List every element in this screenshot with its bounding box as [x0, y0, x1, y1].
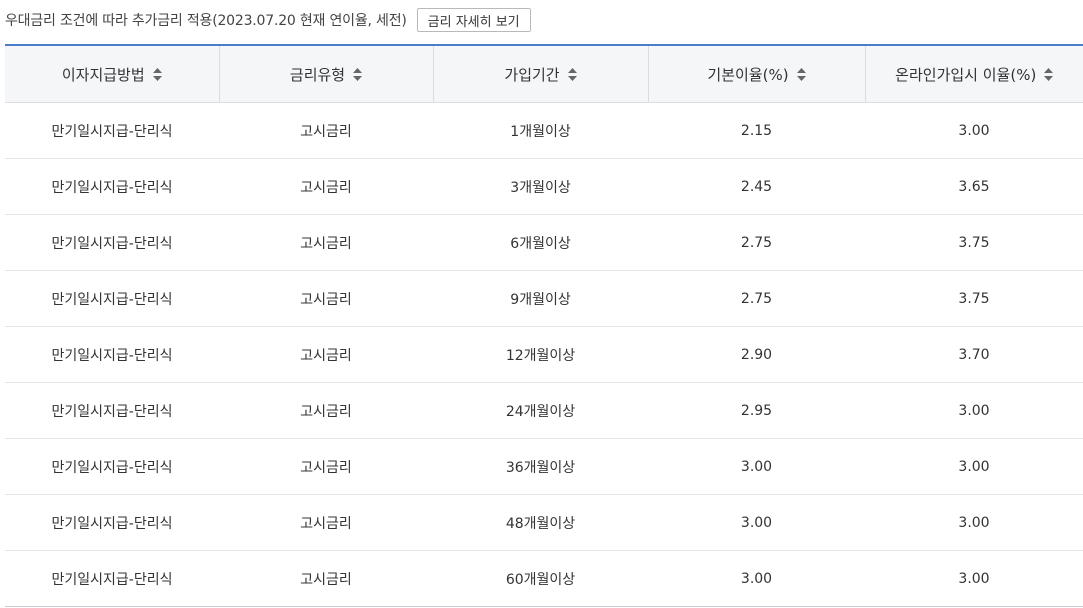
table-row: 만기일시지급-단리식 고시금리 6개월이상 2.75 3.75 [5, 214, 1083, 271]
cell-term: 6개월이상 [433, 214, 648, 271]
cell-online-rate: 3.00 [865, 438, 1083, 495]
cell-base-rate: 2.45 [648, 158, 865, 215]
cell-base-rate: 3.00 [648, 550, 865, 607]
cell-term: 1개월이상 [433, 102, 648, 159]
cell-rate-type: 고시금리 [219, 550, 433, 607]
rate-details-button[interactable]: 금리 자세히 보기 [416, 8, 531, 32]
cell-rate-type: 고시금리 [219, 494, 433, 551]
column-header-label: 가입기간 [504, 65, 560, 84]
cell-base-rate: 2.90 [648, 326, 865, 383]
cell-rate-type: 고시금리 [219, 214, 433, 271]
cell-rate-type: 고시금리 [219, 326, 433, 383]
table-row: 만기일시지급-단리식 고시금리 24개월이상 2.95 3.00 [5, 382, 1083, 439]
cell-payment-method: 만기일시지급-단리식 [5, 550, 219, 607]
cell-rate-type: 고시금리 [219, 382, 433, 439]
cell-term: 12개월이상 [433, 326, 648, 383]
column-header-online-rate[interactable]: 온라인가입시 이율(%) [865, 45, 1083, 103]
cell-payment-method: 만기일시지급-단리식 [5, 382, 219, 439]
cell-term: 36개월이상 [433, 438, 648, 495]
cell-payment-method: 만기일시지급-단리식 [5, 102, 219, 159]
column-header-base-rate[interactable]: 기본이율(%) [648, 45, 866, 103]
table-header-row: 이자지급방법 금리유형 가입기간 기본이율(%) 온라인가입시 이율(%) [5, 45, 1083, 103]
cell-payment-method: 만기일시지급-단리식 [5, 158, 219, 215]
sort-icon[interactable] [353, 67, 363, 81]
cell-online-rate: 3.00 [865, 550, 1083, 607]
cell-base-rate: 2.95 [648, 382, 865, 439]
column-header-label: 기본이율(%) [707, 65, 789, 84]
cell-online-rate: 3.00 [865, 102, 1083, 159]
cell-online-rate: 3.00 [865, 382, 1083, 439]
rate-table: 이자지급방법 금리유형 가입기간 기본이율(%) 온라인가입시 이율(%) 만기… [5, 44, 1083, 607]
cell-rate-type: 고시금리 [219, 270, 433, 327]
cell-term: 60개월이상 [433, 550, 648, 607]
column-header-label: 이자지급방법 [61, 65, 145, 84]
cell-term: 48개월이상 [433, 494, 648, 551]
table-row: 만기일시지급-단리식 고시금리 9개월이상 2.75 3.75 [5, 270, 1083, 327]
cell-payment-method: 만기일시지급-단리식 [5, 270, 219, 327]
column-header-label: 온라인가입시 이율(%) [895, 65, 1037, 84]
sort-icon[interactable] [1044, 67, 1054, 81]
table-row: 만기일시지급-단리식 고시금리 36개월이상 3.00 3.00 [5, 438, 1083, 495]
cell-base-rate: 2.75 [648, 214, 865, 271]
cell-base-rate: 2.15 [648, 102, 865, 159]
cell-term: 3개월이상 [433, 158, 648, 215]
cell-base-rate: 2.75 [648, 270, 865, 327]
cell-rate-type: 고시금리 [219, 102, 433, 159]
rate-table-body: 만기일시지급-단리식 고시금리 1개월이상 2.15 3.00 만기일시지급-단리식 고시금… [5, 102, 1083, 607]
cell-online-rate: 3.70 [865, 326, 1083, 383]
sort-icon[interactable] [152, 67, 162, 81]
sort-icon[interactable] [567, 67, 577, 81]
cell-online-rate: 3.75 [865, 214, 1083, 271]
cell-payment-method: 만기일시지급-단리식 [5, 494, 219, 551]
table-row: 만기일시지급-단리식 고시금리 60개월이상 3.00 3.00 [5, 550, 1083, 607]
sort-icon[interactable] [796, 67, 806, 81]
table-row: 만기일시지급-단리식 고시금리 48개월이상 3.00 3.00 [5, 494, 1083, 551]
rate-table-container: 이자지급방법 금리유형 가입기간 기본이율(%) 온라인가입시 이율(%) 만기… [5, 44, 1083, 607]
cell-rate-type: 고시금리 [219, 158, 433, 215]
column-header-label: 금리유형 [289, 65, 346, 84]
cell-payment-method: 만기일시지급-단리식 [5, 214, 219, 271]
cell-online-rate: 3.75 [865, 270, 1083, 327]
table-row: 만기일시지급-단리식 고시금리 3개월이상 2.45 3.65 [5, 158, 1083, 215]
cell-base-rate: 3.00 [648, 438, 865, 495]
column-header-rate-type[interactable]: 금리유형 [219, 45, 434, 103]
cell-term: 9개월이상 [433, 270, 648, 327]
column-header-term[interactable]: 가입기간 [433, 45, 649, 103]
cell-online-rate: 3.00 [865, 494, 1083, 551]
cell-online-rate: 3.65 [865, 158, 1083, 215]
cell-payment-method: 만기일시지급-단리식 [5, 326, 219, 383]
rate-notice-bar: 우대금리 조건에 따라 추가금리 적용(2023.07.20 현재 연이율, 세… [5, 0, 531, 40]
rate-notice-text: 우대금리 조건에 따라 추가금리 적용(2023.07.20 현재 연이율, 세… [5, 13, 407, 29]
cell-base-rate: 3.00 [648, 494, 865, 551]
table-row: 만기일시지급-단리식 고시금리 1개월이상 2.15 3.00 [5, 102, 1083, 159]
cell-rate-type: 고시금리 [219, 438, 433, 495]
table-row: 만기일시지급-단리식 고시금리 12개월이상 2.90 3.70 [5, 326, 1083, 383]
cell-payment-method: 만기일시지급-단리식 [5, 438, 219, 495]
cell-term: 24개월이상 [433, 382, 648, 439]
column-header-payment-method[interactable]: 이자지급방법 [5, 45, 220, 103]
